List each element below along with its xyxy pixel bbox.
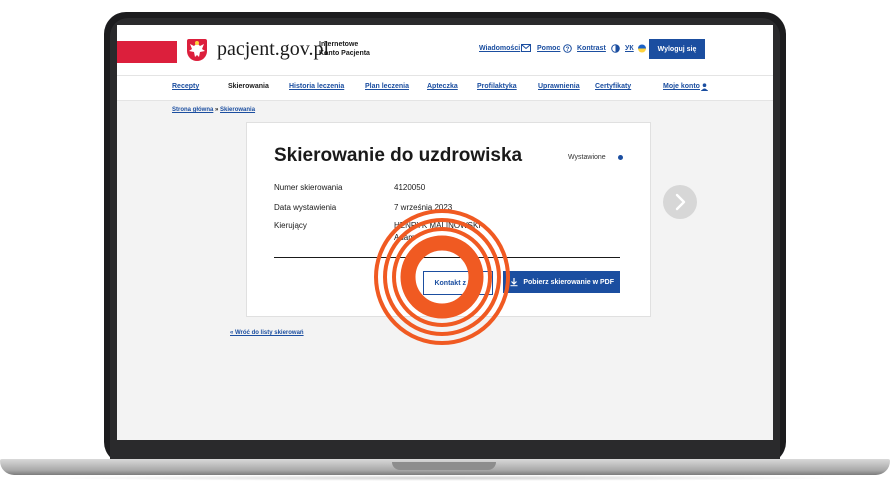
nav-item-historia-leczenia[interactable]: Historia leczenia [289,83,344,90]
svg-text:?: ? [566,47,570,53]
main-nav: Recepty Skierowania Historia leczenia Pl… [117,75,773,101]
back-to-list-link[interactable]: « Wróć do listy skierowań [230,330,304,336]
next-button[interactable] [663,185,697,219]
download-pdf-button[interactable]: Pobierz skierowanie w PDF [503,271,620,293]
breadcrumb: Strona główna » Skierowania [172,107,255,113]
nav-item-moje-konto[interactable]: Moje konto [663,83,700,90]
logo-sub-line-2: Konto Pacjenta [319,50,370,57]
laptop-base-notch [392,462,496,470]
breadcrumb-separator: » [215,107,219,113]
chevron-right-icon [675,193,686,211]
nav-item-certyfikaty[interactable]: Certyfikaty [595,83,631,90]
divider [274,257,620,258]
logout-button[interactable]: Wyloguj się [649,39,705,59]
row-label-date: Data wystawienia [274,203,337,212]
language-link[interactable]: УК [625,45,634,52]
help-link[interactable]: Pomoc [537,45,560,52]
download-icon [510,278,518,287]
row-label-issuer: Kierujący [274,221,307,230]
nav-item-uprawnienia[interactable]: Uprawnienia [538,83,580,90]
screen: pacjent.gov.pl Internetowe Konto Pacjent… [117,25,773,440]
download-pdf-label: Pobierz skierowanie w PDF [523,278,614,286]
row-value-issuer: HENRYK MALINOWSKI [394,221,481,230]
user-icon [701,83,708,91]
row-value-number: 4120050 [394,183,426,192]
row-value-issuer-line2: Adam [394,233,415,242]
logo-text[interactable]: pacjent.gov.pl [217,38,329,61]
language-label: УК [625,45,634,52]
contrast-link[interactable]: Kontrast [577,45,606,52]
laptop-shadow [40,475,850,481]
row-label-number: Numer skierowania [274,183,343,192]
logo-subtitle: Internetowe Konto Pacjenta [319,40,370,58]
nav-item-plan-leczenia[interactable]: Plan leczenia [365,83,409,90]
status-dot-icon [618,155,623,160]
messages-label: Wiadomości [479,45,521,52]
contrast-label: Kontrast [577,45,606,52]
nav-item-recepty[interactable]: Recepty [172,83,199,90]
referral-card: Skierowanie do uzdrowiska Wystawione Num… [246,122,651,317]
messages-link[interactable]: Wiadomości [479,45,520,52]
red-band [117,41,177,63]
eagle-emblem-icon [187,39,207,61]
envelope-icon [521,44,531,52]
site-header: pacjent.gov.pl Internetowe Konto Pacjent… [117,25,773,75]
logo-sub-line-1: Internetowe [319,41,359,48]
help-circle-icon: ? [563,44,572,53]
row-value-date: 7 września 2023 [394,203,453,212]
breadcrumb-home[interactable]: Strona główna [172,107,213,113]
status-badge: Wystawione [568,154,606,161]
nav-item-apteczka[interactable]: Apteczka [427,83,458,90]
help-label: Pomoc [537,45,561,52]
page-title: Skierowanie do uzdrowiska [274,145,523,166]
contact-nfz-button[interactable]: Kontakt z NFZ [423,271,493,295]
nav-item-profilaktyka[interactable]: Profilaktyka [477,83,517,90]
ukraine-flag-icon [638,44,646,53]
breadcrumb-current[interactable]: Skierowania [220,107,255,113]
nav-item-skierowania[interactable]: Skierowania [228,83,269,90]
contrast-icon [611,44,620,53]
